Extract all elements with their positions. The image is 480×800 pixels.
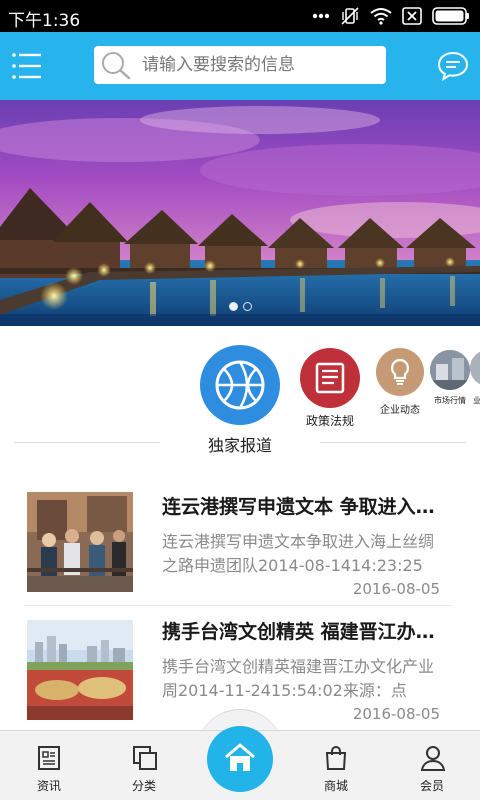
category-label-enterprise: 企业动态 [380,405,420,416]
banner-carousel[interactable] [0,100,480,326]
battery-icon [432,7,469,25]
category-market[interactable] [430,350,470,390]
news-date: 2016-08-05 [352,705,440,723]
divider-left [14,442,160,443]
search-input[interactable] [142,46,378,84]
no-sim-icon [402,7,422,25]
market-photo-icon [430,350,470,390]
category-policy[interactable] [300,348,360,408]
search-icon [102,52,131,80]
partial-icon [470,350,480,386]
home-icon [225,743,255,771]
search-box[interactable] [94,46,386,84]
nav-news[interactable]: 资讯 [9,731,89,800]
news-thumbnail [27,620,133,720]
news-photo-city [27,620,133,720]
banner-pagination [0,302,480,311]
category-label-exclusive: 独家报道 [207,436,272,455]
category-label-policy: 政策法规 [305,414,354,428]
more-dots-icon [312,13,330,19]
category-label-market: 市场行情 [434,396,466,405]
news-title: 携手台湾文创精英 福建晋江办文化产业周 [162,621,444,643]
user-icon [420,746,446,771]
banner-dot-1[interactable] [228,302,238,311]
news-icon [38,746,60,770]
status-bar: 下午1:36 [0,0,480,32]
banner-image [0,100,480,326]
nav-member-label: 会员 [419,779,444,793]
lightbulb-icon [390,358,410,385]
category-carousel: 独家报道 政策法规 企业动态 市场行情 业 [0,326,480,466]
app-header [0,32,480,100]
nav-news-label: 资讯 [36,779,61,793]
news-separator [24,605,452,606]
news-photo-people [27,492,133,592]
status-time: 下午1:36 [8,11,81,31]
message-button[interactable] [437,51,469,82]
divider-right [320,442,466,443]
status-icons [312,6,470,26]
news-date: 2016-08-05 [352,580,440,598]
vibrate-mute-icon [341,7,359,25]
menu-button[interactable] [12,52,42,80]
document-icon [315,362,345,394]
nav-member[interactable]: 会员 [392,731,472,800]
basketball-icon [215,360,265,410]
category-icon [133,746,157,770]
category-partial[interactable] [470,350,480,386]
shopping-bag-icon [325,746,347,770]
nav-category-label: 分类 [131,779,156,793]
news-title: 连云港撰写申遗文本 争取进入海上丝绸之路申遗团队 [162,496,444,518]
news-item[interactable]: 连云港撰写申遗文本 争取进入海上丝绸之路申遗团队 连云港撰写申遗文本争取进入海上… [0,492,480,610]
nav-shop[interactable]: 商城 [296,731,376,800]
app-screen: 下午1:36 请输入要搜索的信息 独家报道 政策法规 企业动态 市场行情 业 连… [0,0,480,800]
news-summary: 携手台湾文创精英福建晋江办文化产业周2014-11-2415:54:02来源：点 [162,657,435,700]
nav-shop-label: 商城 [323,779,348,793]
nav-category[interactable]: 分类 [104,731,184,800]
news-summary: 连云港撰写申遗文本争取进入海上丝绸之路申遗团队2014-08-1414:23:2… [162,532,435,575]
category-exclusive[interactable] [200,345,280,425]
category-label-partial: 业 [473,396,480,405]
category-enterprise[interactable] [376,348,424,396]
chat-bubble-icon [437,51,469,82]
news-thumbnail [27,492,133,592]
wifi-icon [370,8,392,25]
banner-dot-2[interactable] [242,302,252,311]
home-button[interactable] [207,726,273,792]
menu-icon [12,53,41,79]
